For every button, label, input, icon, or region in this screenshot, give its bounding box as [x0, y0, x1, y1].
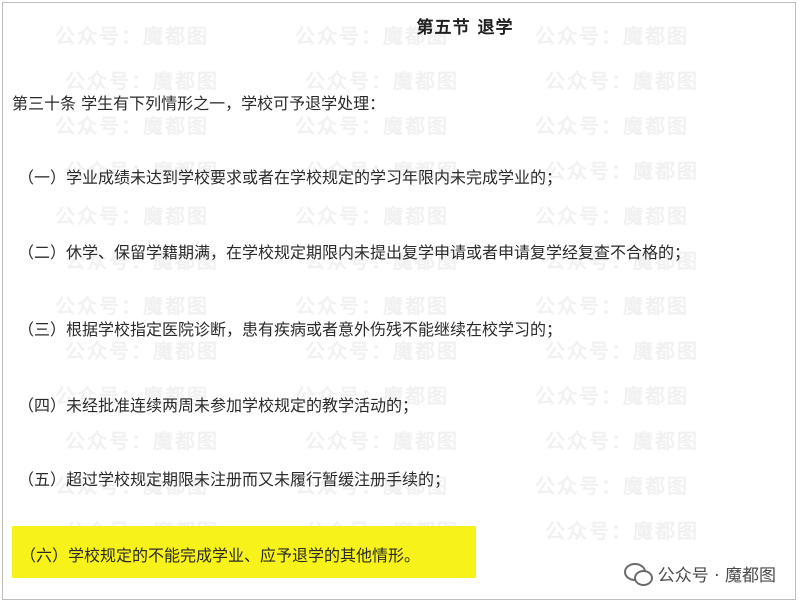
article-heading: 第三十条 学生有下列情形之一，学校可予退学处理： — [12, 94, 386, 113]
clause-item: （四）未经批准连续两周未参加学校规定的教学活动的； — [18, 396, 419, 415]
wechat-icon — [623, 562, 653, 586]
footer-watermark: 公众号 · 魔都图 — [623, 561, 776, 586]
clause-item: （一）学业成绩未达到学校要求或者在学校规定的学习年限内未完成学业的； — [18, 168, 563, 187]
clause-item: （二）休学、保留学籍期满，在学校规定期限内未提出复学申请或者申请复学经复查不合格… — [18, 243, 691, 262]
highlighted-clause: （六）学校规定的不能完成学业、应予退学的其他情形。 — [20, 546, 421, 565]
document-page: 公众号：魔都图 公众号：魔都图 公众号：魔都图 公众号：魔都图 公众号：魔都图 公众号：魔… — [0, 0, 800, 604]
footer-watermark-text: 公众号 · 魔都图 — [657, 566, 776, 586]
clause-item: （三）根据学校指定医院诊断，患有疾病或者意外伤残不能继续在校学习的； — [18, 320, 563, 339]
clause-item: （五）超过学校规定期限未注册而又未履行暂缓注册手续的； — [18, 470, 451, 489]
section-title: 第五节 退学 — [416, 18, 514, 38]
